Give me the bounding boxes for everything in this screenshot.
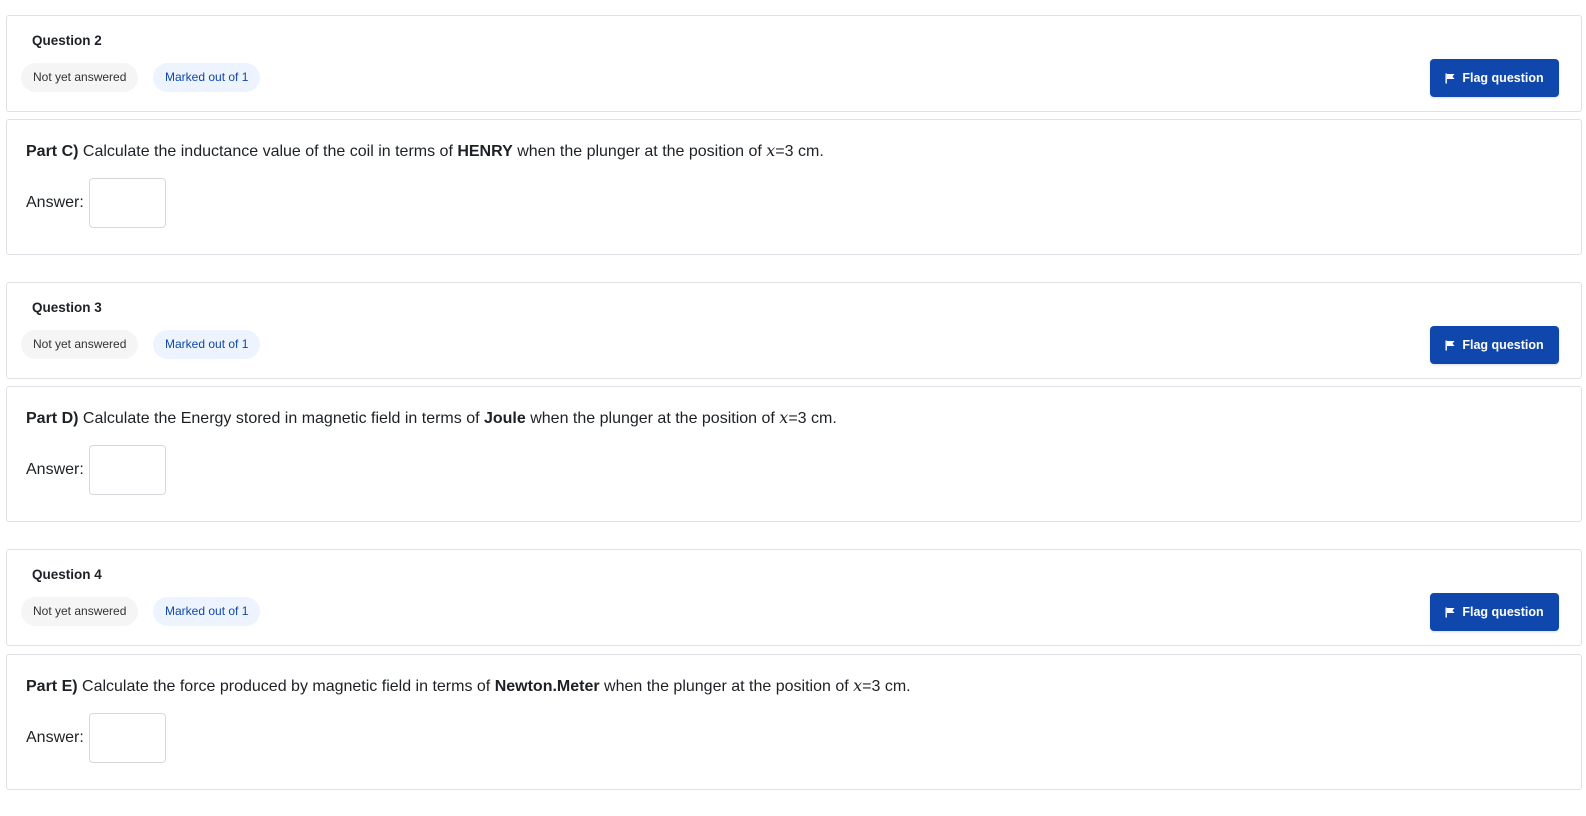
answer-input[interactable] [89,445,166,495]
flag-question-button[interactable]: Flag question [1430,326,1559,364]
question-text-before: Calculate the Energy stored in magnetic … [78,410,484,427]
question-text-before: Calculate the inductance value of the co… [78,143,458,160]
mark-badge: Marked out of 1 [153,597,261,626]
question-2-info: Question 2 Not yet answered Marked out o… [6,15,1582,112]
question-3-info: Question 3 Not yet answered Marked out o… [6,282,1582,379]
state-badge: Not yet answered [21,330,139,359]
position-value: =3 cm. [788,410,837,427]
question-text-after: when the plunger at the position of [525,410,780,427]
mark-badge: Marked out of 1 [153,330,261,359]
unit-label: Joule [483,410,526,427]
position-value: =3 cm. [862,678,911,695]
question-text: Part E) Calculate the force produced by … [26,676,911,696]
position-value: =3 cm. [775,143,824,160]
question-3-content: Part D) Calculate the Energy stored in m… [6,386,1582,522]
flag-question-button[interactable]: Flag question [1430,59,1559,97]
unit-label: Newton.Meter [494,678,600,695]
flag-icon [1445,607,1455,617]
question-title: Question 2 [32,33,102,48]
flag-icon [1445,73,1455,83]
part-label: Part E) [26,678,78,695]
flag-question-label: Flag question [1462,71,1544,85]
answer-input[interactable] [89,713,166,763]
variable-x: x [766,141,776,160]
answer-input[interactable] [89,178,166,228]
question-text: Part D) Calculate the Energy stored in m… [26,408,837,428]
flag-question-label: Flag question [1462,338,1544,352]
state-badge: Not yet answered [21,597,139,626]
mark-badge: Marked out of 1 [153,63,261,92]
question-text: Part C) Calculate the inductance value o… [26,141,824,161]
question-4-content: Part E) Calculate the force produced by … [6,654,1582,790]
state-badge: Not yet answered [21,63,139,92]
flag-question-label: Flag question [1462,605,1544,619]
answer-label: Answer: [26,194,84,211]
question-4-info: Question 4 Not yet answered Marked out o… [6,549,1582,646]
answer-label: Answer: [26,729,84,746]
flag-question-button[interactable]: Flag question [1430,593,1559,631]
variable-x: x [853,676,863,695]
question-2-content: Part C) Calculate the inductance value o… [6,119,1582,255]
answer-label: Answer: [26,461,84,478]
question-text-after: when the plunger at the position of [512,143,767,160]
question-title: Question 4 [32,567,102,582]
unit-label: HENRY [457,143,513,160]
question-text-after: when the plunger at the position of [599,678,854,695]
variable-x: x [779,408,789,427]
question-text-before: Calculate the force produced by magnetic… [77,678,495,695]
flag-icon [1445,340,1455,350]
question-title: Question 3 [32,300,102,315]
part-label: Part C) [26,143,79,160]
part-label: Part D) [26,410,79,427]
